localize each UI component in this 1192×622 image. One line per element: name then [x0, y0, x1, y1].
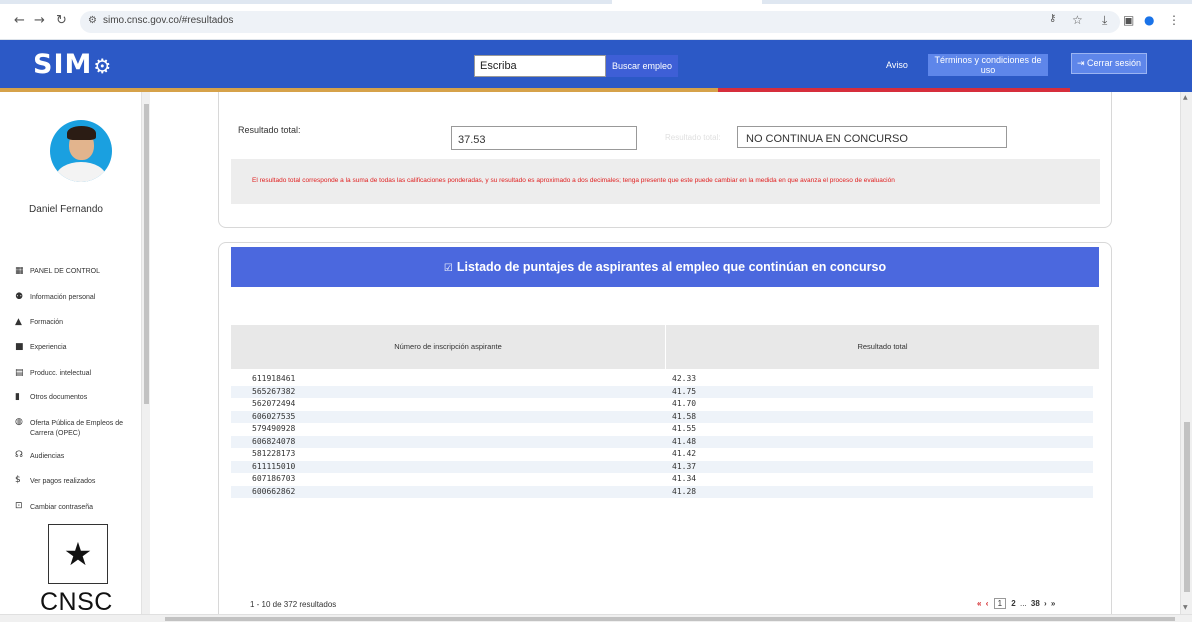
horizontal-scrollbar[interactable]: [0, 614, 1192, 622]
checkbox-icon: ☑: [443, 263, 453, 274]
scroll-down-icon[interactable]: ▼: [1183, 604, 1188, 611]
url-text[interactable]: simo.cnsc.gov.co/#resultados: [103, 15, 233, 26]
menu-kebab-icon[interactable]: ⋮: [1168, 13, 1180, 27]
dollar-icon: $: [15, 475, 21, 485]
status-value: NO CONTINUA EN CONCURSO: [737, 126, 1007, 148]
pager-ellipsis: ...: [1019, 599, 1027, 608]
simo-logo[interactable]: SIM⚙: [33, 49, 112, 80]
globe-icon: ◍: [15, 417, 23, 427]
page-2-link[interactable]: 2: [1011, 599, 1015, 608]
result-note: El resultado total corresponde a la suma…: [231, 159, 1100, 204]
user-name: Daniel Fernando: [29, 204, 103, 215]
password-key-icon[interactable]: ⚷: [1049, 13, 1056, 24]
column-header-resultado[interactable]: Resultado total: [666, 325, 1099, 369]
logout-icon: ⇥: [1076, 58, 1087, 68]
prev-page-button[interactable]: ‹: [986, 599, 989, 608]
book-icon: ▤: [15, 368, 24, 378]
search-button[interactable]: Buscar empleo: [606, 55, 678, 77]
logout-button[interactable]: ⇥ Cerrar sesión: [1071, 53, 1147, 74]
download-icon[interactable]: ⤓: [1102, 13, 1107, 28]
dashboard-icon: ▦: [15, 266, 24, 276]
status-label: Resultado total:: [665, 133, 721, 142]
table-row: 611115010 41.37: [231, 460, 1093, 473]
result-note-text: El resultado total corresponde a la suma…: [252, 177, 895, 184]
profile-icon[interactable]: ●: [1144, 13, 1154, 27]
last-page-button[interactable]: »: [1051, 599, 1055, 608]
sidebar: Daniel Fernando ▦ PANEL DE CONTROL ⚉ Inf…: [0, 92, 150, 622]
sidebar-item-documentos[interactable]: Otros documentos: [30, 393, 145, 403]
sidebar-item-produccion[interactable]: Producc. intelectual: [30, 369, 145, 379]
cnsc-emblem: ★: [48, 524, 108, 584]
table-row: 562072494 41.70: [252, 399, 697, 408]
browser-toolbar: ← → ↻ ⚙ simo.cnsc.gov.co/#resultados ⚷ ☆…: [0, 0, 1192, 40]
total-result-value: 37.53: [451, 126, 637, 150]
table-row: 600662862 41.28: [231, 485, 1093, 498]
sidebar-item-pagos[interactable]: Ver pagos realizados: [30, 477, 145, 487]
pagination: « ‹ 1 2 ... 38 › »: [976, 598, 1056, 609]
sidebar-item-experiencia[interactable]: Experiencia: [30, 343, 145, 353]
search-input[interactable]: [474, 55, 606, 77]
tab-strip: [0, 0, 1192, 4]
column-header-inscripcion[interactable]: Número de inscripción aspirante: [231, 325, 665, 369]
avatar[interactable]: [50, 120, 112, 182]
table-row: 606027535 41.58: [231, 410, 1093, 423]
sidebar-item-panel[interactable]: PANEL DE CONTROL: [30, 267, 145, 277]
table-row: 611918461 42.33: [252, 374, 697, 383]
aviso-link[interactable]: Aviso: [886, 60, 908, 70]
forward-icon[interactable]: →: [34, 14, 45, 27]
address-bar[interactable]: [80, 11, 1120, 33]
last-page-link[interactable]: 38: [1031, 599, 1040, 608]
site-header: SIM⚙ Buscar empleo Aviso Términos y cond…: [0, 40, 1192, 88]
lock-icon: ⊡: [15, 501, 23, 511]
table-row: 607186703 41.34: [252, 474, 697, 483]
sidebar-item-contrasena[interactable]: Cambiar contraseña: [30, 503, 145, 513]
scroll-up-icon[interactable]: ▲: [1183, 94, 1188, 101]
sidebar-item-audiencias[interactable]: Audiencias: [30, 452, 145, 462]
sidebar-scrollbar[interactable]: [141, 92, 150, 622]
sidebar-item-opec[interactable]: Oferta Pública de Empleos de Carrera (OP…: [30, 419, 145, 439]
audience-icon: ☊: [15, 450, 23, 460]
table-row: 565267382 41.75: [231, 385, 1093, 398]
cnsc-brand: CNSC: [40, 588, 113, 616]
graduation-icon: ▲: [15, 317, 22, 327]
main-content: Resultado total: 37.53 Resultado total: …: [150, 92, 1180, 614]
site-settings-icon[interactable]: ⚙: [88, 15, 97, 26]
total-result-label: Resultado total:: [238, 125, 301, 135]
table-header: Número de inscripción aspirante Resultad…: [231, 325, 1099, 369]
bookmark-star-icon[interactable]: ☆: [1072, 13, 1083, 27]
sidebar-item-personal[interactable]: Información personal: [30, 293, 145, 303]
listing-title: ☑ Listado de puntajes de aspirantes al em…: [231, 247, 1099, 287]
main-scrollbar[interactable]: ▲ ▼: [1180, 92, 1192, 614]
results-count: 1 - 10 de 372 resultados: [250, 600, 337, 609]
reload-icon[interactable]: ↻: [56, 14, 67, 27]
current-page[interactable]: 1: [993, 598, 1007, 609]
briefcase-icon: ■: [15, 342, 24, 352]
sidebar-item-formacion[interactable]: Formación: [30, 318, 145, 328]
table-row: 579490928 41.55: [252, 424, 697, 433]
back-icon[interactable]: ←: [14, 14, 25, 27]
people-icon: ⚉: [15, 292, 24, 302]
terms-button[interactable]: Términos y condiciones de uso: [928, 54, 1048, 76]
logo-gear-icon: ⚙: [93, 54, 113, 78]
table-row: 606824078 41.48: [231, 435, 1093, 448]
table-row: 581228173 41.42: [252, 449, 697, 458]
next-page-button[interactable]: ›: [1044, 599, 1047, 608]
document-icon: ▮: [15, 392, 20, 402]
first-page-button[interactable]: «: [977, 599, 981, 608]
side-panel-icon[interactable]: ▣: [1123, 13, 1134, 27]
